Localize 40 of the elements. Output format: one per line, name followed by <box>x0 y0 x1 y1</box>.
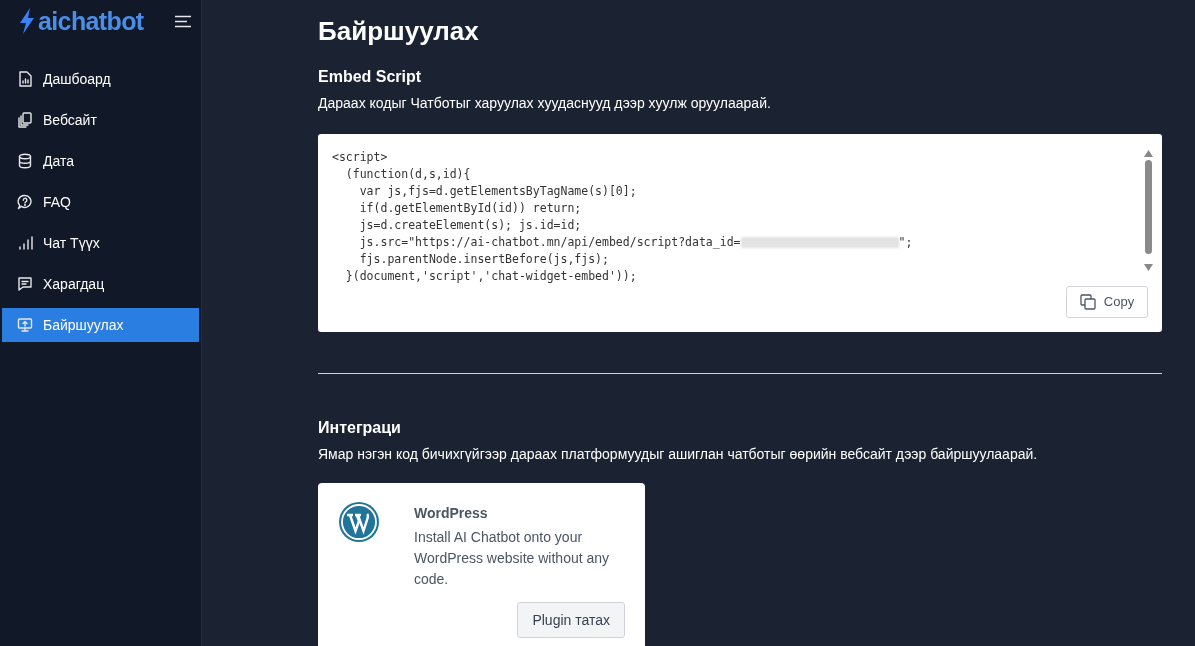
code-line: if(d.getElementById(id)) return; <box>358 199 582 217</box>
card-title: WordPress <box>414 504 489 523</box>
page-title: Байршуулах <box>318 15 480 48</box>
section-description: Ямар нэгэн код бичихгүйгээр дараах платформуудыг ашиглан чатботыг өөрийн вебсайт дээр байршуулаарай. <box>318 445 1039 464</box>
sidebar-item[interactable]: FAQ <box>2 185 199 219</box>
section-description: Дараах кодыг Чатботыг харуулах хуудаснууд дээр хуулж оруулаарай. <box>318 94 772 113</box>
card-description: Install AI Chatbot onto your WordPress website without any code. <box>414 528 611 589</box>
sidebar-item[interactable]: Байршуулах <box>2 308 199 342</box>
menu-icon[interactable] <box>175 14 191 28</box>
code-line: js=d.createElement(s); js.id=id; <box>358 216 582 234</box>
bar-chart-icon <box>17 235 33 251</box>
code-line: var js,fjs=d.getElementsByTagName(s)[0]; <box>358 182 637 200</box>
sidebar-item[interactable]: Дашбоард <box>2 62 199 96</box>
sidebar-item[interactable]: Дата <box>2 144 199 178</box>
help-icon <box>17 194 33 210</box>
lightning-icon <box>18 8 36 34</box>
section-title: Интеграци <box>318 418 402 438</box>
code-line: <script> <box>332 148 388 166</box>
scroll-up-icon[interactable] <box>1143 150 1153 157</box>
sidebar-item[interactable]: Чат Түүх <box>2 226 199 260</box>
message-icon <box>17 276 33 292</box>
code-line: fjs.parentNode.insertBefore(js,fjs); <box>358 250 609 268</box>
plugin-button[interactable]: Plugin татах <box>517 602 625 638</box>
pages-icon <box>17 112 33 128</box>
sidebar-item[interactable]: Харагдац <box>2 267 199 301</box>
scrollbar-thumb[interactable] <box>1144 160 1152 254</box>
copy-button[interactable]: Copy <box>1066 286 1148 318</box>
report-icon <box>17 71 33 87</box>
sidebar-item[interactable]: Вебсайт <box>2 103 199 137</box>
scroll-down-icon[interactable] <box>1143 264 1153 271</box>
code-line: }(document,'script','chat-widget-embed')); <box>344 267 637 285</box>
code-line: "; <box>898 233 913 251</box>
database-icon <box>17 153 33 169</box>
monitor-icon <box>17 317 33 333</box>
code-line: js.src="https://ai-chatbot.mn/api/embed/script?data_id= <box>358 233 741 251</box>
copy-icon <box>1079 294 1096 310</box>
logo-text: aichatbot <box>38 8 144 34</box>
wordpress-logo-icon <box>338 501 380 543</box>
section-title: Embed Script <box>318 67 423 87</box>
code-line: (function(d,s,id){ <box>344 165 471 183</box>
